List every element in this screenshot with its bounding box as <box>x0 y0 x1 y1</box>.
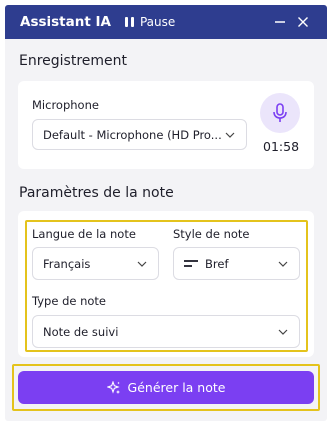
minimize-icon <box>275 21 285 23</box>
close-icon <box>298 17 308 27</box>
pause-label: Pause <box>139 15 176 29</box>
note-settings-section-title: Paramètres de la note <box>19 185 174 201</box>
chevron-down-icon <box>225 132 235 138</box>
app-title: Assistant IA <box>20 14 111 30</box>
settings-highlight <box>25 220 308 352</box>
assistant-window: Assistant IA Pause Enregistrement Microp… <box>5 5 327 421</box>
minimize-button[interactable] <box>271 13 289 31</box>
microphone-icon <box>273 103 287 122</box>
pause-icon <box>124 17 134 27</box>
generate-label: Générer la note <box>127 380 226 395</box>
title-bar: Assistant IA Pause <box>5 5 327 39</box>
recording-timer: 01:58 <box>263 139 300 154</box>
close-button[interactable] <box>294 13 312 31</box>
microphone-select[interactable]: Default - Microphone (HD Pro... <box>32 119 247 150</box>
microphone-label: Microphone <box>32 98 99 112</box>
sparkle-icon <box>106 380 121 395</box>
recording-section-title: Enregistrement <box>19 53 128 69</box>
generate-note-button[interactable]: Générer la note <box>18 371 314 404</box>
microphone-value: Default - Microphone (HD Pro... <box>43 127 222 142</box>
microphone-button[interactable] <box>260 93 300 133</box>
pause-button[interactable]: Pause <box>124 15 176 29</box>
